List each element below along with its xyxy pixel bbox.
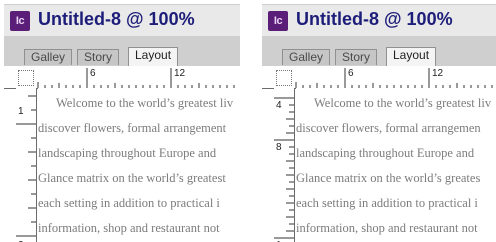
horizontal-ruler-ticks <box>37 68 235 88</box>
text-line-1: Welcome to the world’s greatest liv <box>314 96 492 110</box>
document-title: Untitled-8 @ 100% <box>296 9 453 29</box>
vertical-ruler: 1 2 <box>16 88 37 242</box>
text-line-1: Welcome to the world’s greatest liv <box>56 96 234 110</box>
ruler-label-8: 8 <box>276 142 282 153</box>
tab-story[interactable]: Story <box>335 49 378 65</box>
tab-galley[interactable]: Galley <box>24 49 73 65</box>
text-line-6: information, shop and restaurant not <box>38 221 220 235</box>
tab-story[interactable]: Story <box>77 49 120 65</box>
horizontal-ruler: 6 12 <box>262 66 496 89</box>
tab-layout[interactable]: Layout <box>386 47 437 67</box>
vertical-ruler: 4 8 1 <box>274 88 295 242</box>
incopy-app-icon: Ic <box>10 11 30 31</box>
tab-layout[interactable]: Layout <box>128 47 179 67</box>
text-line-3: landscaping throughout Europe and <box>38 146 217 160</box>
text-line-6: information, shop and restaurant not <box>296 221 478 235</box>
text-line-2: discover flowers, formal arrangemen <box>296 121 481 135</box>
story-text-area[interactable]: Welcome to the world’s greatest liv disc… <box>38 88 240 242</box>
ruler-label-1: 1 <box>18 106 24 117</box>
text-line-4: Glance matrix on the world’s greatest <box>38 171 226 185</box>
ruler-label-4: 4 <box>276 100 282 111</box>
text-line-4: Glance matrix on the world’s greates <box>296 171 481 185</box>
vertical-ruler-ticks <box>274 97 294 239</box>
title-bar[interactable]: Ic Untitled-8 @ 100% <box>4 4 240 37</box>
view-tab-bar: Galley Story Layout <box>262 36 496 67</box>
document-window-left: Ic Untitled-8 @ 100% Galley Story Layout <box>4 0 240 242</box>
title-bar[interactable]: Ic Untitled-8 @ 100% <box>262 4 496 37</box>
text-line-2: discover flowers, formal arrangement <box>38 121 227 135</box>
view-tab-bar: Galley Story Layout <box>4 36 240 67</box>
tab-galley[interactable]: Galley <box>282 49 331 65</box>
ruler-origin-box[interactable] <box>18 70 34 86</box>
ruler-label-12: 12 <box>174 68 186 79</box>
text-line-5: each setting in addition to practical i <box>38 196 220 210</box>
horizontal-ruler: 6 12 <box>4 66 240 89</box>
document-window-right: Ic Untitled-8 @ 100% Galley Story Layout <box>262 0 496 242</box>
document-title: Untitled-8 @ 100% <box>38 9 195 29</box>
text-line-3: landscaping throughout Europe and <box>296 146 475 160</box>
ruler-label-6: 6 <box>90 68 96 79</box>
ruler-label-6: 6 <box>348 68 354 79</box>
story-text-area[interactable]: Welcome to the world’s greatest liv disc… <box>296 88 496 242</box>
horizontal-ruler-ticks <box>295 68 493 88</box>
text-line-5: each setting in addition to practical i <box>296 196 478 210</box>
ruler-origin-box[interactable] <box>276 70 292 86</box>
ruler-label-12: 12 <box>432 68 444 79</box>
incopy-app-icon: Ic <box>268 11 288 31</box>
